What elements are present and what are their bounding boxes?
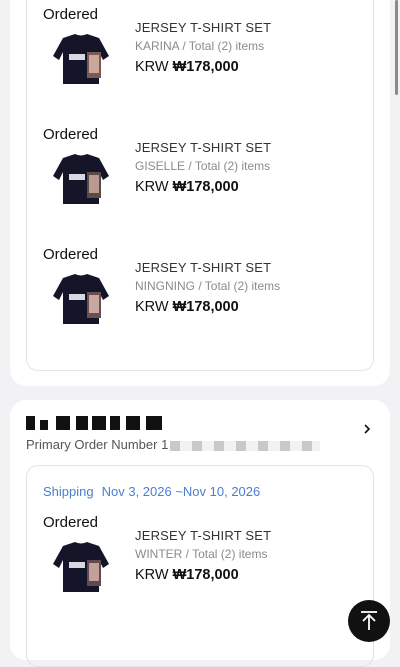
shipping-info: Shipping Nov 3, 2026 ~Nov 10, 2026	[43, 484, 260, 499]
currency-label: KRW	[135, 179, 169, 195]
primary-order-number: Primary Order Number 1	[26, 437, 321, 452]
order-card: Ordered JERSEY T-SHIRT SET KARINA / Tota…	[10, 0, 390, 386]
currency-label: KRW	[135, 567, 169, 583]
chevron-right-icon[interactable]	[362, 424, 372, 434]
product-thumbnail	[53, 34, 109, 84]
shipping-dates: Nov 3, 2026 ~Nov 10, 2026	[101, 484, 261, 499]
scrollbar[interactable]	[395, 0, 398, 95]
order-card[interactable]: Primary Order Number 1 Shipping Nov 3, 20…	[10, 400, 390, 667]
primary-order-label: Primary Order Number 1	[26, 437, 169, 452]
order-items-box: Shipping Nov 3, 2026 ~Nov 10, 2026 Ordere…	[26, 465, 374, 667]
redacted-order-number	[170, 440, 321, 451]
order-status: Ordered	[43, 126, 99, 143]
order-status: Ordered	[43, 6, 99, 23]
shipping-label: Shipping	[43, 484, 94, 499]
product-name: JERSEY T-SHIRT SET	[135, 260, 272, 275]
order-status: Ordered	[43, 514, 99, 531]
price-value: ₩178,000	[172, 59, 239, 75]
product-price: KRW ₩178,000	[135, 179, 239, 195]
product-price: KRW ₩178,000	[135, 567, 239, 583]
product-variant: GISELLE / Total (2) items	[135, 159, 271, 173]
product-thumbnail	[53, 274, 109, 324]
product-variant: KARINA / Total (2) items	[135, 39, 265, 53]
product-thumbnail	[53, 542, 109, 592]
order-items-box: Ordered JERSEY T-SHIRT SET KARINA / Tota…	[26, 0, 374, 371]
product-price: KRW ₩178,000	[135, 299, 239, 315]
order-status: Ordered	[43, 246, 99, 263]
product-variant: NINGNING / Total (2) items	[135, 279, 281, 293]
product-variant: WINTER / Total (2) items	[135, 547, 268, 561]
product-name: JERSEY T-SHIRT SET	[135, 20, 272, 35]
arrow-up-to-top-icon	[361, 611, 377, 630]
product-thumbnail	[53, 154, 109, 204]
product-name: JERSEY T-SHIRT SET	[135, 140, 272, 155]
price-value: ₩178,000	[172, 179, 239, 195]
product-price: KRW ₩178,000	[135, 59, 239, 75]
price-value: ₩178,000	[172, 567, 239, 583]
product-name: JERSEY T-SHIRT SET	[135, 528, 272, 543]
scroll-to-top-button[interactable]	[348, 600, 390, 642]
currency-label: KRW	[135, 59, 169, 75]
currency-label: KRW	[135, 299, 169, 315]
price-value: ₩178,000	[172, 299, 239, 315]
